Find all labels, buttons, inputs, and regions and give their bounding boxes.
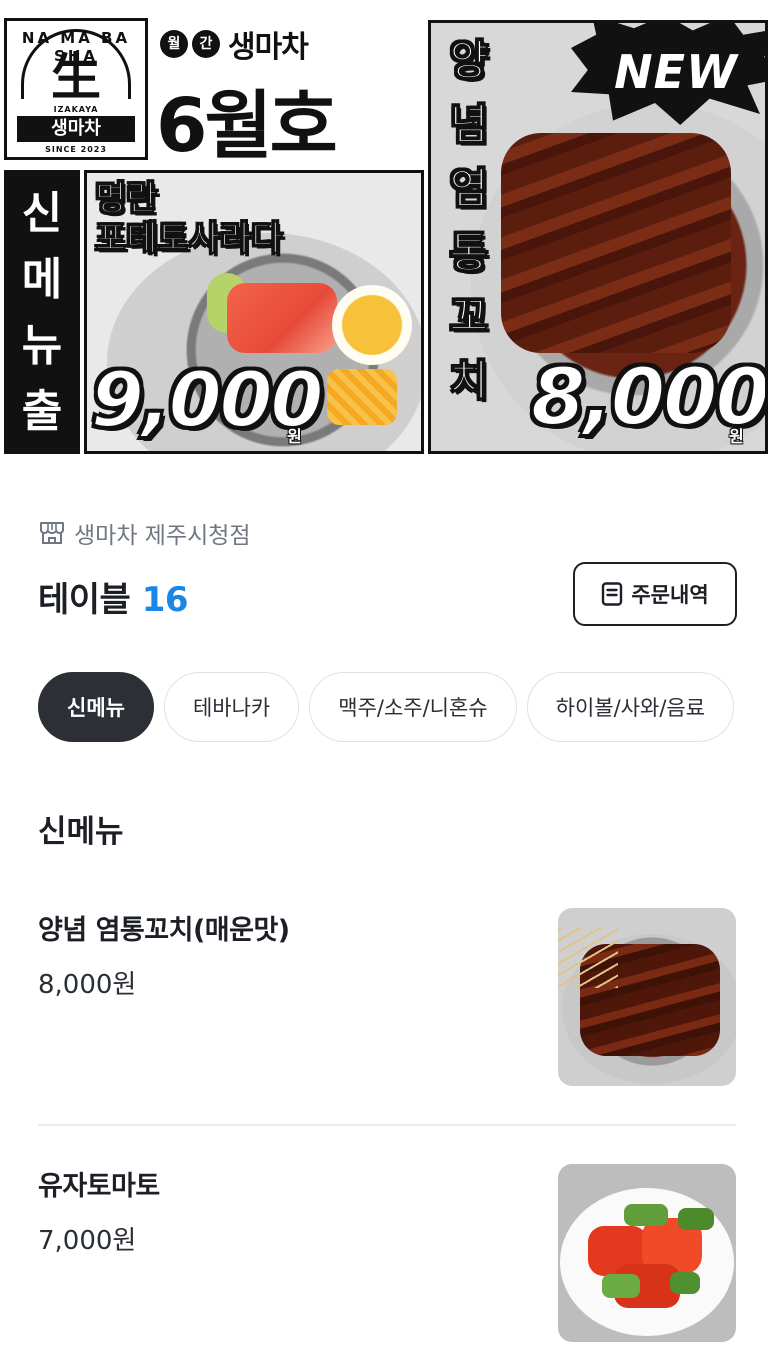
order-history-button[interactable]: 주문내역 [573, 562, 737, 626]
thumb-cucumber-piece [602, 1274, 640, 1298]
promo2-char: 념 [449, 100, 489, 150]
menu-item[interactable]: 양념 염통꼬치(매운맛) 8,000원 [38, 908, 736, 1086]
section-title: 신메뉴 [38, 814, 124, 850]
logo-kanji: 生 [51, 47, 101, 106]
tab-beer-soju-sake[interactable]: 맥주/소주/니혼슈 [309, 672, 517, 742]
promo2-char: 치 [449, 356, 489, 406]
category-tabs[interactable]: 신메뉴 테바나카 맥주/소주/니혼슈 하이볼/사와/음료 [38, 672, 735, 742]
promo1-title-line: 포테토사라다 [95, 219, 284, 260]
menu-item[interactable]: 유자토마토 7,000원 [38, 1164, 736, 1342]
side-char: 시 [7, 445, 77, 451]
logo-since: SINCE 2023 [45, 145, 107, 154]
tab-new-menu[interactable]: 신메뉴 [38, 672, 154, 742]
promo-banner[interactable]: NA MA BA SHA 生 IZAKAYA 생마차 SINCE 2023 월 … [0, 0, 773, 458]
store-name: 생마차 제주시청점 [74, 523, 251, 549]
monthly-char-2: 간 [192, 30, 220, 58]
banner-title: 월 간 생마차 6월호 [150, 18, 422, 160]
menu-item-image[interactable] [558, 1164, 736, 1342]
side-char: 뉴 [21, 320, 63, 371]
side-char: 메 [21, 254, 63, 305]
side-vertical-text: 신 메 뉴 출 시 [7, 181, 77, 451]
menu-item-name: 양념 염통꼬치(매운맛) [38, 915, 290, 946]
logo-name: 생마차 [17, 116, 135, 142]
table-title: 테이블 16 [38, 572, 189, 621]
promo2-char: 통 [449, 228, 489, 278]
thumb-sticks [558, 928, 618, 988]
menu-item-price: 7,000원 [38, 1226, 137, 1256]
order-history-label: 주문내역 [631, 583, 709, 607]
table-label: 테이블 [38, 580, 131, 620]
promo2-char: 양 [449, 36, 489, 86]
brand-logo: NA MA BA SHA 生 IZAKAYA 생마차 SINCE 2023 [4, 18, 148, 160]
promo1-title-line: 명란 [95, 179, 159, 220]
store-info: 생마차 제주시청점 [38, 516, 251, 550]
egg-image [332, 285, 412, 365]
tab-highball-sour-drinks[interactable]: 하이볼/사와/음료 [526, 672, 735, 742]
promo1-title: 명란 포테토사라다 [95, 179, 284, 260]
menu-item-image[interactable] [558, 908, 736, 1086]
promo2-char: 염 [449, 164, 489, 214]
promo2-char: 꼬 [449, 292, 489, 342]
store-icon [38, 519, 66, 547]
promo2-won: 원 [729, 427, 744, 446]
thumb-cucumber-piece [678, 1208, 714, 1230]
corn-image [327, 369, 397, 425]
promo-heart-skewer: NEW 양 념 염 통 꼬 치 8,000 원 [428, 20, 768, 454]
banner-brand: 생마차 [228, 30, 309, 65]
banner-issue: 6월호 [156, 83, 338, 160]
menu-divider [38, 1124, 736, 1126]
menu-item-name: 유자토마토 [38, 1171, 160, 1202]
logo-subtitle: IZAKAYA [53, 105, 99, 114]
side-char: 출 [21, 386, 63, 437]
thumb-cucumber-piece [670, 1272, 700, 1294]
skewers-image [501, 133, 731, 353]
monthly-label: 월 간 생마차 [160, 22, 309, 66]
mentaiko-image [227, 283, 337, 353]
monthly-char-1: 월 [160, 30, 188, 58]
receipt-icon [601, 582, 623, 606]
table-number: 16 [141, 580, 189, 620]
thumb-cucumber-piece [624, 1204, 668, 1226]
tab-tebanaka[interactable]: 테바나카 [163, 672, 300, 742]
promo-mentaiko-potato-salad: 명란 포테토사라다 9,000 원 [84, 170, 424, 454]
side-char: 신 [21, 188, 63, 239]
new-badge-text: NEW [614, 45, 738, 99]
promo1-won: 원 [287, 427, 302, 446]
menu-item-price: 8,000원 [38, 970, 137, 1000]
new-menu-release-strip: 신 메 뉴 출 시 [4, 170, 80, 454]
promo2-vertical-title: 양 념 염 통 꼬 치 [435, 29, 503, 413]
